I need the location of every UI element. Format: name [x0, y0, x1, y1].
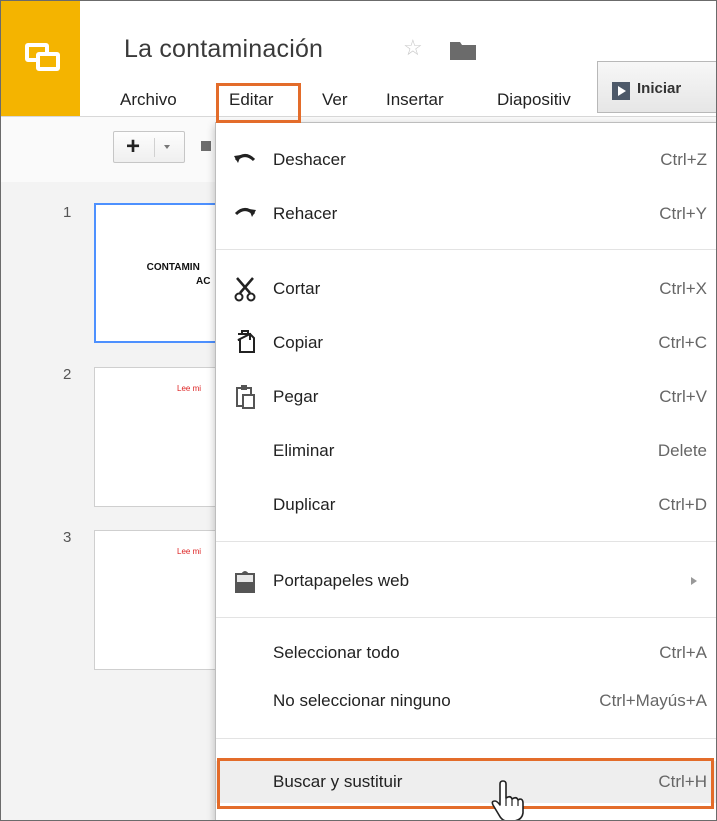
- chevron-down-icon[interactable]: [164, 145, 170, 149]
- undo-icon: [234, 154, 256, 163]
- menu-item-shortcut: Ctrl+C: [658, 333, 707, 352]
- play-icon: [612, 82, 630, 100]
- menu-item-shortcut: Ctrl+Mayús+A: [599, 691, 707, 710]
- button-divider: [154, 138, 155, 157]
- menu-item-pegar[interactable]: Pegar Ctrl+V: [216, 377, 716, 417]
- menu-item-shortcut: Ctrl+V: [659, 387, 707, 406]
- present-button[interactable]: Iniciar: [597, 61, 716, 113]
- copy-icon: [237, 330, 255, 353]
- menu-item-label: Rehacer: [273, 204, 338, 223]
- toolbar-icon[interactable]: [201, 141, 211, 151]
- menu-item-shortcut: Ctrl+Z: [660, 150, 707, 169]
- hand-cursor-icon: [491, 780, 524, 820]
- slide-number: 2: [63, 366, 72, 383]
- slide-thumbnail-text: Lee mi: [177, 384, 202, 393]
- menu-divider: [216, 541, 716, 542]
- new-slide-button[interactable]: +: [113, 131, 185, 163]
- document-title[interactable]: La contaminación: [124, 35, 323, 64]
- slide-number: 1: [63, 204, 72, 221]
- clipboard-icon: [235, 571, 255, 593]
- slide-filmstrip: 1 CONTAMIN AC 2 Lee mi 3 Lee mi: [1, 182, 274, 820]
- menu-item-eliminar[interactable]: Eliminar Delete: [216, 431, 716, 471]
- slides-logo[interactable]: [1, 1, 80, 116]
- menu-insertar[interactable]: Insertar: [386, 90, 444, 110]
- menu-item-duplicar[interactable]: Duplicar Ctrl+D: [216, 485, 716, 525]
- menu-item-label: Cortar: [273, 279, 321, 298]
- app-window: La contaminación ☆ Archivo Editar Ver In…: [0, 0, 717, 821]
- slide-thumbnail-text: Lee mi: [177, 547, 202, 556]
- menu-item-deshacer[interactable]: Deshacer Ctrl+Z: [216, 140, 716, 180]
- menu-item-label: Pegar: [273, 387, 319, 406]
- menu-item-seleccionar-todo[interactable]: Seleccionar todo Ctrl+A: [216, 633, 716, 673]
- menu-item-shortcut: Ctrl+D: [658, 495, 707, 514]
- menu-item-label: Eliminar: [273, 441, 335, 460]
- menu-item-no-seleccionar-ninguno[interactable]: No seleccionar ninguno Ctrl+Mayús+A: [216, 681, 716, 721]
- submenu-arrow-icon: [691, 577, 697, 585]
- present-label: Iniciar: [637, 80, 682, 97]
- menu-archivo[interactable]: Archivo: [120, 90, 177, 110]
- buscar-highlight-box: [217, 758, 714, 809]
- menu-divider: [216, 617, 716, 618]
- menu-item-shortcut: Ctrl+Y: [659, 204, 707, 223]
- menu-item-label: Duplicar: [273, 495, 336, 514]
- paste-icon: [236, 385, 255, 409]
- plus-icon: +: [126, 133, 141, 160]
- menu-item-label: Portapapeles web: [273, 571, 410, 590]
- menu-item-label: Seleccionar todo: [273, 643, 400, 662]
- menu-item-copiar[interactable]: Copiar Ctrl+C: [216, 323, 716, 363]
- menu-item-label: Deshacer: [273, 150, 346, 169]
- menu-item-portapapeles-web[interactable]: Portapapeles web: [216, 561, 716, 601]
- menu-item-label: Copiar: [273, 333, 324, 352]
- edit-menu-dropdown: Deshacer Ctrl+Z Rehacer Ctrl+Y Cortar Ct…: [215, 122, 716, 820]
- menu-item-label: No seleccionar ninguno: [273, 691, 451, 710]
- editar-highlight-box: [216, 83, 301, 123]
- menu-item-shortcut: Delete: [657, 441, 707, 460]
- menu-ver[interactable]: Ver: [322, 90, 348, 110]
- scissors-icon: [234, 277, 256, 302]
- menu-divider: [216, 738, 716, 739]
- menu-diapositiva[interactable]: Diapositiv: [497, 90, 571, 110]
- folder-icon[interactable]: [450, 40, 476, 60]
- redo-icon: [234, 208, 256, 217]
- menu-item-rehacer[interactable]: Rehacer Ctrl+Y: [216, 194, 716, 234]
- menu-divider: [216, 249, 716, 250]
- menu-item-shortcut: Ctrl+A: [659, 643, 707, 662]
- slides-logo-icon: [25, 43, 60, 71]
- slide-number: 3: [63, 529, 72, 546]
- menu-item-cortar[interactable]: Cortar Ctrl+X: [216, 269, 716, 309]
- slide-thumbnail-title: CONTAMIN AC: [146, 262, 211, 287]
- star-icon[interactable]: ☆: [403, 35, 423, 61]
- menu-item-shortcut: Ctrl+X: [659, 279, 707, 298]
